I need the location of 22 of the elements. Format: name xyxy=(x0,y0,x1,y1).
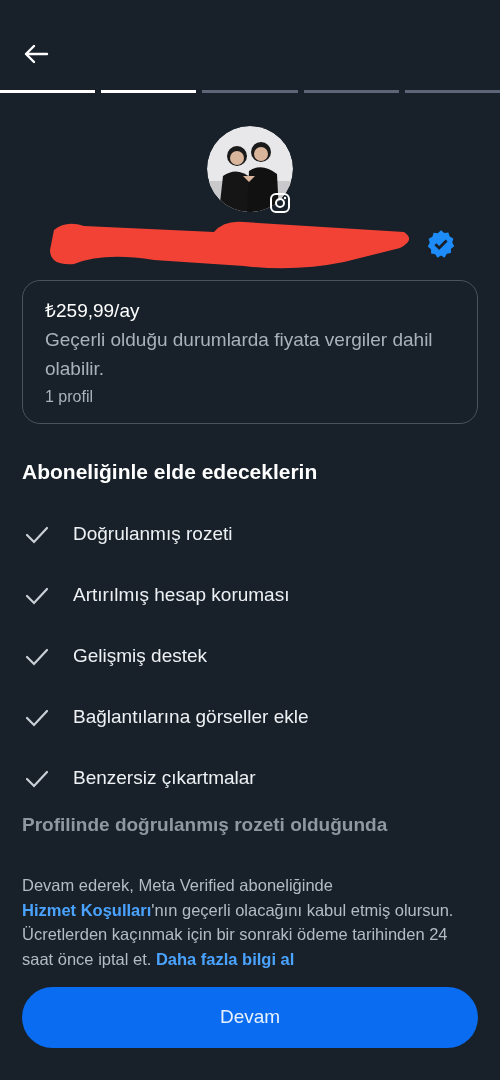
check-icon xyxy=(24,707,50,728)
plan-price: ₺259,99/ay xyxy=(45,299,141,323)
check-icon xyxy=(24,585,50,606)
benefit-text: Artırılmış hesap koruması xyxy=(73,583,290,608)
benefit-text: Gelişmiş destek xyxy=(73,644,208,669)
benefit-text: Bağlantılarına görseller ekle xyxy=(73,705,309,730)
feature-description: Profilinde doğrulanmış rozeti olduğunda xyxy=(22,813,389,837)
check-icon xyxy=(24,524,50,545)
terms-link[interactable]: Hizmet Koşulları xyxy=(22,900,152,919)
check-icon xyxy=(24,646,50,667)
benefit-text: Doğrulanmış rozeti xyxy=(73,522,233,547)
check-icon xyxy=(24,768,50,789)
terms-link[interactable]: Daha fazla bilgi al xyxy=(155,949,295,968)
terms-text: Devam ederek, Meta Verified aboneliğinde Hizmet Koşulları'nın geçerli olacağını kabul etmiş olursun. Ücretlerden kaçınmak için bir sonraki ödeme tarihinden 24 saat önce iptal et. Daha fazla bilgi al xyxy=(22,875,455,970)
plan-card[interactable]: ₺259,99/ay Geçerli olduğu durumlarda fiyata vergiler dahil olabilir. 1 profil xyxy=(22,280,478,424)
continue-button[interactable]: Devam xyxy=(22,987,478,1048)
plan-profile-count: 1 profil xyxy=(45,387,95,407)
plan-tax-note: Geçerli olduğu durumlarda fiyata vergiler dahil olabilir. xyxy=(45,328,434,381)
camera-app-icon xyxy=(269,192,291,214)
back-arrow-icon xyxy=(23,44,49,64)
benefit-text: Benzersiz çıkartmalar xyxy=(73,766,256,791)
benefits-heading: Aboneliğinle elde edeceklerin xyxy=(22,459,319,485)
